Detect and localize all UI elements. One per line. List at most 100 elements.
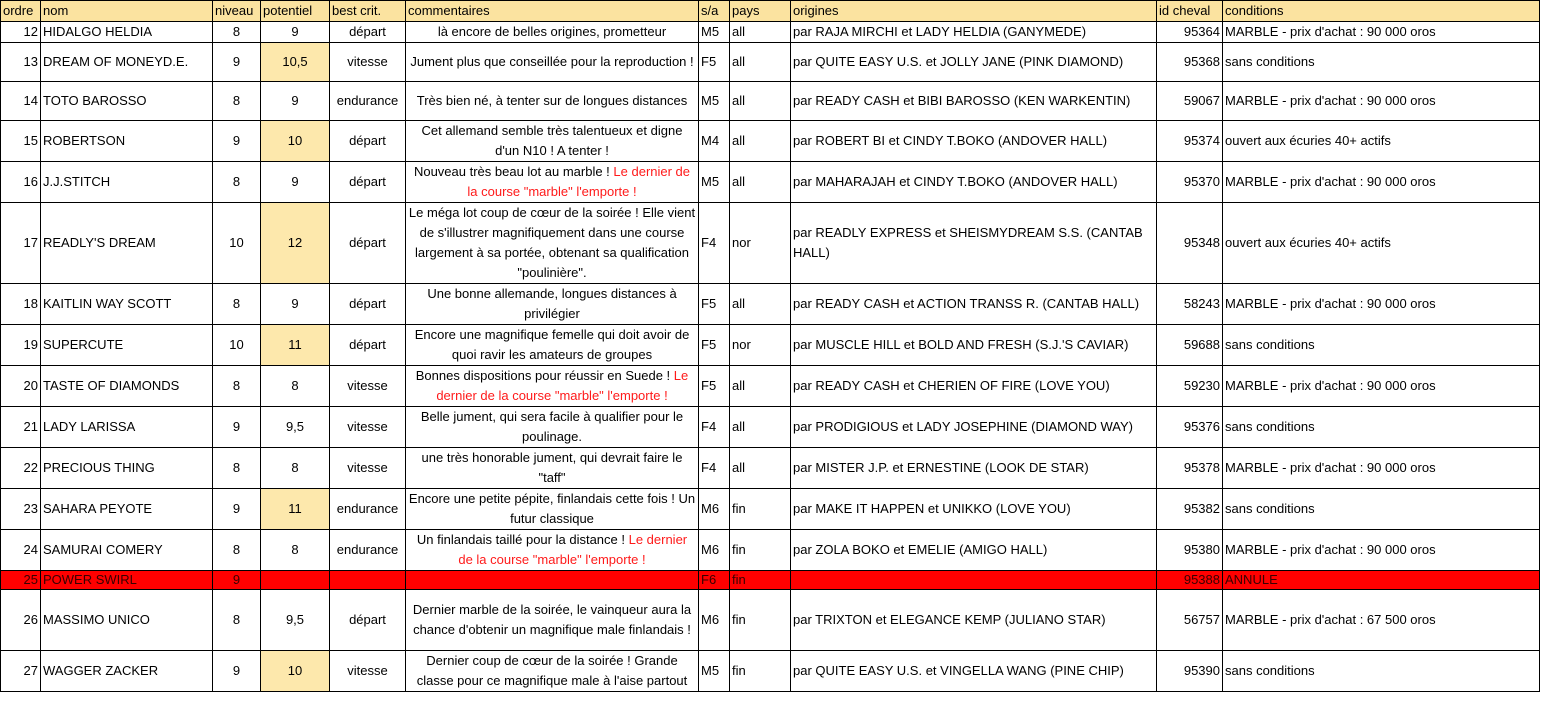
cell-ordre: 16: [0, 161, 41, 203]
cell-origines: par QUITE EASY U.S. et VINGELLA WANG (PI…: [790, 650, 1157, 692]
cell-nom: TOTO BAROSSO: [40, 81, 213, 121]
cell-niveau: 8: [212, 161, 261, 203]
cell-pays: fin: [729, 589, 791, 651]
cell-best-crit: départ: [329, 202, 406, 284]
comment-text: Très bien né, à tenter sur de longues di…: [416, 93, 688, 108]
cell-id-cheval: 95388: [1156, 570, 1223, 590]
cell-sa: F5: [698, 42, 730, 82]
cell-id-cheval: 95368: [1156, 42, 1223, 82]
table-row: 18 KAITLIN WAY SCOTT 8 9 départ Une bonne all…: [0, 283, 1540, 325]
cell-origines: par TRIXTON et ELEGANCE KEMP (JULIANO ST…: [790, 589, 1157, 651]
cell-nom: SUPERCUTE: [40, 324, 213, 366]
cell-nom: SAHARA PEYOTE: [40, 488, 213, 530]
cell-origines: [790, 570, 1157, 590]
cell-ordre: 26: [0, 589, 41, 651]
cell-niveau: 8: [212, 81, 261, 121]
table-row: 20 TASTE OF DIAMONDS 8 8 vitesse Bonnes dispo…: [0, 365, 1540, 407]
comment-text: Encore une petite pépite, finlandais cet…: [408, 491, 696, 526]
cell-origines: par READY CASH et CHERIEN OF FIRE (LOVE …: [790, 365, 1157, 407]
comment-text: une très honorable jument, qui devrait f…: [421, 450, 683, 485]
cell-id-cheval: 95348: [1156, 202, 1223, 284]
cell-best-crit: départ: [329, 161, 406, 203]
table-row: 13 DREAM OF MONEYD.E. 9 10,5 vitesse Jument p…: [0, 42, 1540, 82]
cell-potentiel: 9,5: [260, 589, 330, 651]
cell-id-cheval: 59230: [1156, 365, 1223, 407]
cell-id-cheval: 56757: [1156, 589, 1223, 651]
table-row: 14 TOTO BAROSSO 8 9 endurance Très bien né, à…: [0, 81, 1540, 121]
cell-pays: all: [729, 161, 791, 203]
cell-potentiel: 10: [260, 650, 330, 692]
cell-potentiel: 8: [260, 365, 330, 407]
header-best-crit: best crit.: [329, 0, 406, 22]
cell-potentiel: 9,5: [260, 406, 330, 448]
table-body: 12 HIDALGO HELDIA 8 9 départ là encore de bel…: [0, 21, 1540, 692]
comment-text: Belle jument, qui sera facile à qualifie…: [420, 409, 684, 444]
cell-pays: all: [729, 283, 791, 325]
cell-id-cheval: 95390: [1156, 650, 1223, 692]
cell-sa: M6: [698, 589, 730, 651]
cell-commentaires: Encore une magnifique femelle qui doit a…: [405, 324, 699, 366]
cell-commentaires: Belle jument, qui sera facile à qualifie…: [405, 406, 699, 448]
cell-commentaires: Un finlandais taillé pour la distance ! …: [405, 529, 699, 571]
table-row: 23 SAHARA PEYOTE 9 11 endurance Encore une pe…: [0, 488, 1540, 530]
auction-lots-table: ordre nom niveau potentiel best crit. co…: [0, 0, 1540, 692]
comment-text: Un finlandais taillé pour la distance !: [416, 532, 629, 547]
cell-nom: POWER SWIRL: [40, 570, 213, 590]
cell-niveau: 10: [212, 202, 261, 284]
cell-id-cheval: 95382: [1156, 488, 1223, 530]
cell-ordre: 15: [0, 120, 41, 162]
cell-pays: all: [729, 406, 791, 448]
cell-pays: nor: [729, 324, 791, 366]
cell-conditions: sans conditions: [1222, 324, 1540, 366]
cell-nom: TASTE OF DIAMONDS: [40, 365, 213, 407]
cell-sa: F6: [698, 570, 730, 590]
cell-potentiel: 9: [260, 81, 330, 121]
cell-commentaires: Jument plus que conseillée pour la repro…: [405, 42, 699, 82]
table-row: 24 SAMURAI COMERY 8 8 endurance Un finlandais…: [0, 529, 1540, 571]
cell-origines: par READY CASH et ACTION TRANSS R. (CANT…: [790, 283, 1157, 325]
cell-origines: par MAHARAJAH et CINDY T.BOKO (ANDOVER H…: [790, 161, 1157, 203]
cell-nom: LADY LARISSA: [40, 406, 213, 448]
table-row: 12 HIDALGO HELDIA 8 9 départ là encore de bel…: [0, 21, 1540, 43]
cell-origines: par READY CASH et BIBI BAROSSO (KEN WARK…: [790, 81, 1157, 121]
cell-best-crit: vitesse: [329, 650, 406, 692]
table-row: 19 SUPERCUTE 10 11 départ Encore une magnifiq…: [0, 324, 1540, 366]
cell-potentiel: 12: [260, 202, 330, 284]
cell-ordre: 20: [0, 365, 41, 407]
cell-potentiel: 11: [260, 324, 330, 366]
comment-text: Bonnes dispositions pour réussir en Sued…: [415, 368, 674, 383]
cell-best-crit: endurance: [329, 488, 406, 530]
cell-sa: F5: [698, 365, 730, 407]
cell-origines: par MUSCLE HILL et BOLD AND FRESH (S.J.'…: [790, 324, 1157, 366]
cell-commentaires: Une bonne allemande, longues distances à…: [405, 283, 699, 325]
cell-conditions: sans conditions: [1222, 650, 1540, 692]
cell-ordre: 21: [0, 406, 41, 448]
cell-conditions: MARBLE - prix d'achat : 90 000 oros: [1222, 283, 1540, 325]
cell-commentaires: là encore de belles origines, prometteur: [405, 21, 699, 43]
cell-niveau: 8: [212, 447, 261, 489]
cell-nom: KAITLIN WAY SCOTT: [40, 283, 213, 325]
cell-conditions: MARBLE - prix d'achat : 90 000 oros: [1222, 81, 1540, 121]
header-conditions: conditions: [1222, 0, 1540, 22]
cell-potentiel: 8: [260, 447, 330, 489]
cell-sa: M4: [698, 120, 730, 162]
cell-niveau: 9: [212, 120, 261, 162]
cell-commentaires: une très honorable jument, qui devrait f…: [405, 447, 699, 489]
cell-best-crit: endurance: [329, 81, 406, 121]
cell-ordre: 19: [0, 324, 41, 366]
cell-best-crit: [329, 570, 406, 590]
header-sa: s/a: [698, 0, 730, 22]
header-ordre: ordre: [0, 0, 41, 22]
cell-pays: fin: [729, 529, 791, 571]
cell-best-crit: vitesse: [329, 406, 406, 448]
cell-conditions: MARBLE - prix d'achat : 90 000 oros: [1222, 161, 1540, 203]
cell-commentaires: [405, 570, 699, 590]
cell-nom: WAGGER ZACKER: [40, 650, 213, 692]
header-origines: origines: [790, 0, 1157, 22]
cell-origines: par READLY EXPRESS et SHEISMYDREAM S.S. …: [790, 202, 1157, 284]
cell-sa: F5: [698, 324, 730, 366]
table-row: 17 READLY'S DREAM 10 12 départ Le méga lot co…: [0, 202, 1540, 284]
cell-nom: DREAM OF MONEYD.E.: [40, 42, 213, 82]
cell-commentaires: Dernier marble de la soirée, le vainqueu…: [405, 589, 699, 651]
cell-niveau: 9: [212, 570, 261, 590]
